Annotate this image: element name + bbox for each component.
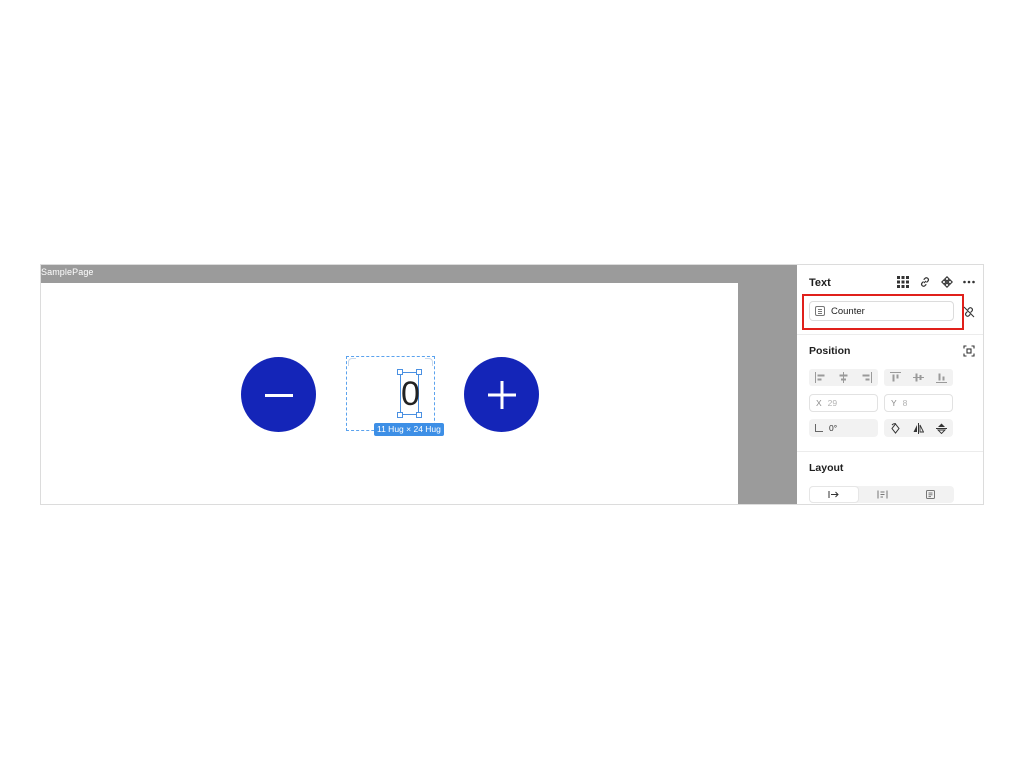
resize-handle-top-left[interactable]	[397, 369, 403, 375]
flip-horizontal-button[interactable]	[907, 419, 930, 437]
align-middle-icon	[913, 373, 924, 382]
layout-mode-auto-width[interactable]	[809, 486, 859, 503]
properties-panel: Text Position	[797, 265, 983, 504]
divider	[797, 451, 983, 452]
link-icon[interactable]	[919, 276, 931, 288]
align-bottom-button[interactable]	[930, 369, 953, 386]
focus-icon[interactable]	[963, 344, 975, 357]
component-icon[interactable]	[941, 276, 953, 288]
layer-name-input[interactable]	[831, 305, 941, 317]
rotate-icon	[891, 422, 900, 434]
fixed-width-icon	[877, 490, 888, 499]
resize-handle-bottom-left[interactable]	[397, 412, 403, 418]
unlink-icon[interactable]	[963, 305, 975, 318]
counter-value[interactable]: 0	[401, 374, 420, 414]
angle-icon	[815, 424, 823, 432]
resize-handle-top-right[interactable]	[416, 369, 422, 375]
layout-mode-fixed-size[interactable]	[906, 486, 954, 503]
vertical-align-group	[884, 369, 953, 386]
page-label[interactable]: SamplePage	[41, 267, 94, 277]
layout-mode-fixed-width[interactable]	[859, 486, 907, 503]
position-section-title: Position	[809, 345, 851, 357]
align-middle-button[interactable]	[907, 369, 930, 386]
rotation-field[interactable]: 0°	[809, 419, 878, 437]
align-center-h-button[interactable]	[832, 369, 855, 386]
resize-handle-bottom-right[interactable]	[416, 412, 422, 418]
align-top-button[interactable]	[884, 369, 907, 386]
horizontal-align-group	[809, 369, 878, 386]
align-top-icon	[890, 372, 901, 382]
arrow-right-icon	[828, 491, 840, 498]
decrement-button[interactable]	[241, 357, 316, 432]
fixed-size-icon	[925, 490, 935, 499]
divider	[797, 334, 983, 335]
layer-name-field[interactable]	[809, 301, 954, 321]
minus-icon	[264, 393, 293, 397]
panel-title: Text	[809, 277, 831, 289]
grid-icon[interactable]	[897, 276, 909, 288]
artboard[interactable]: 0 11 Hug × 24 Hug	[41, 283, 738, 504]
layout-section-title: Layout	[809, 462, 844, 474]
align-right-button[interactable]	[855, 369, 878, 386]
y-label: Y	[891, 398, 897, 408]
frame-corner	[348, 358, 356, 366]
counter-text-selection[interactable]: 0	[397, 369, 422, 418]
rotation-value[interactable]: 0°	[829, 423, 837, 433]
align-center-h-icon	[839, 372, 848, 383]
frame-corner	[425, 358, 433, 366]
align-left-button[interactable]	[809, 369, 832, 386]
align-bottom-icon	[936, 373, 947, 383]
x-position-field[interactable]: X 29	[809, 394, 878, 412]
flip-vertical-icon	[936, 423, 947, 434]
x-label: X	[816, 398, 822, 408]
canvas-area[interactable]: SamplePage 0 11 Hug × 24 Hug	[41, 265, 797, 504]
align-right-icon	[862, 372, 872, 383]
increment-button[interactable]	[464, 357, 539, 432]
design-app: SamplePage 0 11 Hug × 24 Hug Text Counte…	[40, 264, 984, 505]
x-value[interactable]: 29	[828, 398, 837, 408]
size-badge: 11 Hug × 24 Hug	[374, 423, 444, 436]
flip-vertical-button[interactable]	[930, 419, 953, 437]
text-tag-icon	[815, 306, 825, 316]
more-icon[interactable]	[963, 276, 975, 288]
flip-horizontal-icon	[913, 422, 924, 434]
panel-header-actions	[897, 276, 975, 288]
counter-frame[interactable]	[346, 356, 435, 431]
y-position-field[interactable]: Y 8	[884, 394, 953, 412]
y-value[interactable]: 8	[903, 398, 908, 408]
align-left-icon	[815, 372, 825, 383]
layout-mode-group	[809, 486, 954, 503]
plus-icon	[487, 380, 516, 409]
transform-group	[884, 419, 953, 437]
rotate-button[interactable]	[884, 419, 907, 437]
